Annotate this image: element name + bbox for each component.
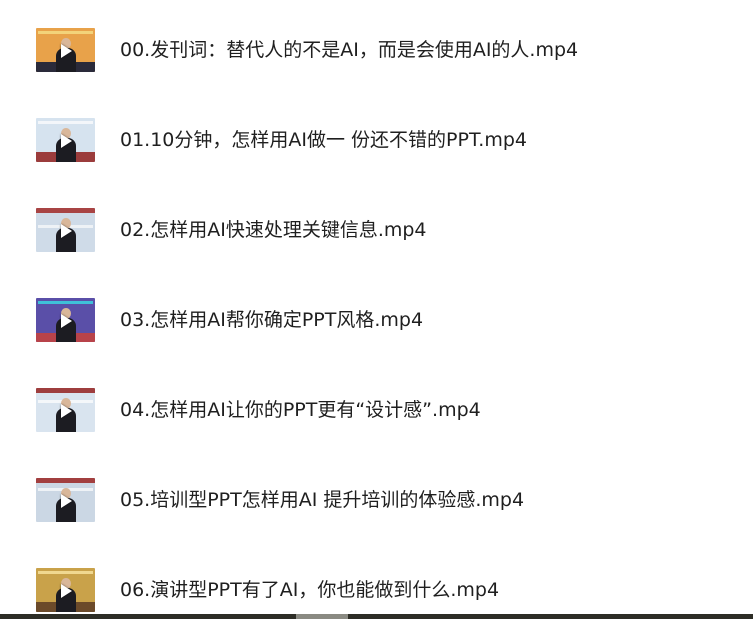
file-item-03[interactable]: 03.怎样用AI帮你确定PPT风格.mp4 — [0, 290, 753, 350]
thumbnail-band — [36, 388, 95, 393]
file-item-01[interactable]: 01.10分钟，怎样用AI做一 份还不错的PPT.mp4 — [0, 110, 753, 170]
scrollbar-thumb[interactable] — [296, 614, 348, 619]
file-name[interactable]: 03.怎样用AI帮你确定PPT风格.mp4 — [120, 308, 423, 332]
video-thumbnail[interactable] — [36, 568, 95, 612]
play-icon[interactable] — [61, 494, 72, 508]
file-list: 00.发刊词：替代人的不是AI，而是会使用AI的人.mp4 01.10分钟，怎样… — [0, 0, 753, 615]
thumbnail-caption — [38, 121, 93, 124]
file-name[interactable]: 00.发刊词：替代人的不是AI，而是会使用AI的人.mp4 — [120, 38, 578, 62]
file-name[interactable]: 06.演讲型PPT有了AI，你也能做到什么.mp4 — [120, 578, 499, 602]
video-thumbnail[interactable] — [36, 478, 95, 522]
file-name[interactable]: 05.培训型PPT怎样用AI 提升培训的体验感.mp4 — [120, 488, 524, 512]
file-name[interactable]: 01.10分钟，怎样用AI做一 份还不错的PPT.mp4 — [120, 128, 527, 152]
play-icon[interactable] — [61, 134, 72, 148]
video-thumbnail[interactable] — [36, 28, 95, 72]
file-item-06[interactable]: 06.演讲型PPT有了AI，你也能做到什么.mp4 — [0, 560, 753, 620]
video-thumbnail[interactable] — [36, 118, 95, 162]
file-item-05[interactable]: 05.培训型PPT怎样用AI 提升培训的体验感.mp4 — [0, 470, 753, 530]
play-icon[interactable] — [61, 584, 72, 598]
play-icon[interactable] — [61, 224, 72, 238]
file-item-02[interactable]: 02.怎样用AI快速处理关键信息.mp4 — [0, 200, 753, 260]
play-icon[interactable] — [61, 404, 72, 418]
file-item-04[interactable]: 04.怎样用AI让你的PPT更有“设计感”.mp4 — [0, 380, 753, 440]
video-thumbnail[interactable] — [36, 388, 95, 432]
thumbnail-band — [36, 478, 95, 483]
thumbnail-band — [36, 208, 95, 213]
file-name[interactable]: 04.怎样用AI让你的PPT更有“设计感”.mp4 — [120, 398, 481, 422]
file-item-00[interactable]: 00.发刊词：替代人的不是AI，而是会使用AI的人.mp4 — [0, 20, 753, 80]
video-thumbnail[interactable] — [36, 208, 95, 252]
video-thumbnail[interactable] — [36, 298, 95, 342]
play-icon[interactable] — [61, 44, 72, 58]
horizontal-scrollbar[interactable] — [0, 614, 753, 619]
play-icon[interactable] — [61, 314, 72, 328]
thumbnail-caption — [38, 301, 93, 304]
thumbnail-caption — [38, 571, 93, 574]
file-name[interactable]: 02.怎样用AI快速处理关键信息.mp4 — [120, 218, 427, 242]
thumbnail-caption — [38, 31, 93, 34]
